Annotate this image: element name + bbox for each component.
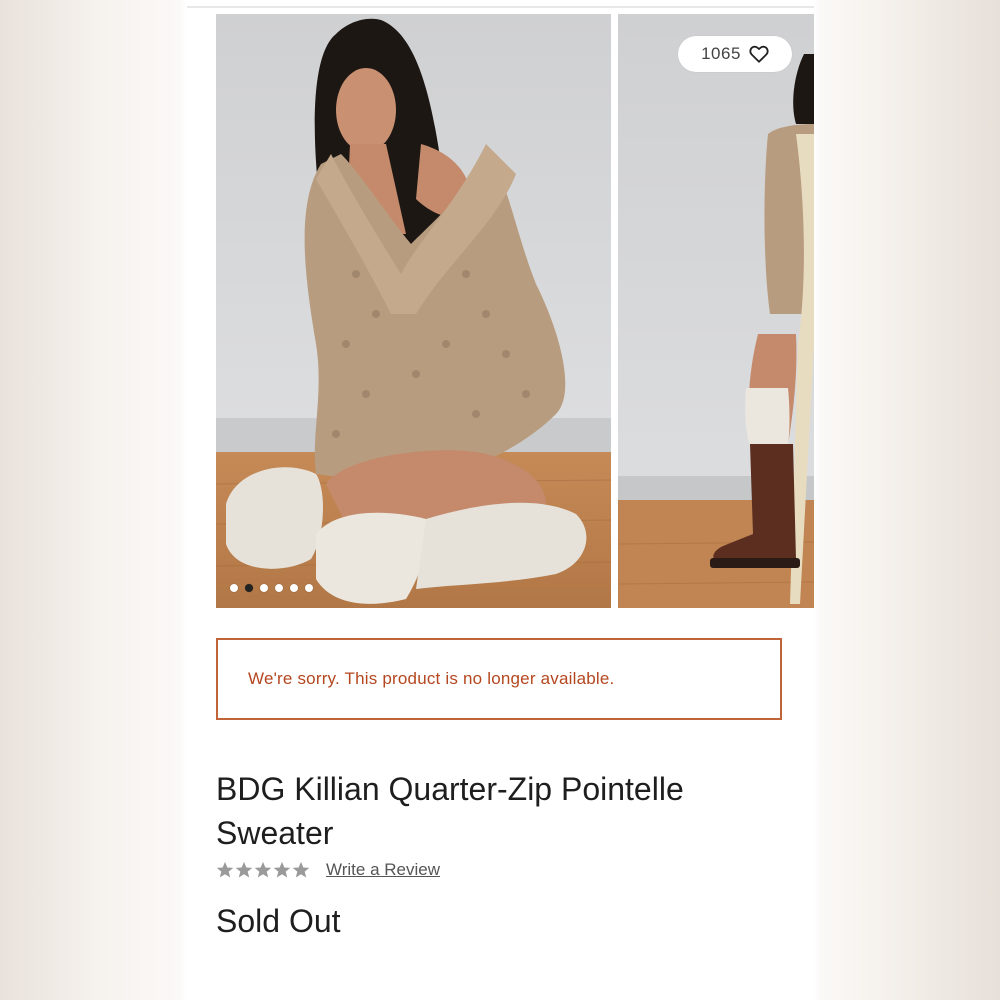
carousel-dot-active[interactable] bbox=[245, 584, 253, 592]
carousel-dot[interactable] bbox=[230, 584, 238, 592]
header-divider bbox=[187, 6, 814, 8]
favorite-button[interactable]: 1065 bbox=[678, 36, 792, 72]
carousel-dots bbox=[230, 584, 313, 592]
star-icon bbox=[235, 861, 253, 878]
product-title: BDG Killian Quarter-Zip Pointelle Sweate… bbox=[216, 771, 684, 851]
carousel-dot[interactable] bbox=[290, 584, 298, 592]
star-rating bbox=[216, 861, 310, 879]
star-icon bbox=[254, 861, 272, 878]
product-image-2[interactable]: 1065 bbox=[618, 14, 814, 608]
star-icon bbox=[292, 861, 310, 878]
carousel-dot[interactable] bbox=[275, 584, 283, 592]
carousel-dot[interactable] bbox=[260, 584, 268, 592]
favorite-count: 1065 bbox=[701, 44, 741, 63]
star-icon bbox=[273, 861, 291, 878]
rating-row: Write a Review bbox=[216, 860, 440, 880]
product-page: 1065 We're sorry. This product is no lon… bbox=[187, 0, 814, 1000]
star-icon bbox=[216, 861, 234, 878]
stock-status: Sold Out bbox=[216, 903, 341, 939]
unavailable-notice: We're sorry. This product is no longer a… bbox=[216, 638, 782, 720]
product-image-1[interactable] bbox=[216, 14, 611, 608]
write-review-link[interactable]: Write a Review bbox=[326, 860, 440, 880]
heart-icon bbox=[749, 45, 769, 63]
carousel-dot[interactable] bbox=[305, 584, 313, 592]
product-image-gallery[interactable]: 1065 bbox=[216, 14, 814, 608]
unavailable-message: We're sorry. This product is no longer a… bbox=[248, 669, 615, 688]
